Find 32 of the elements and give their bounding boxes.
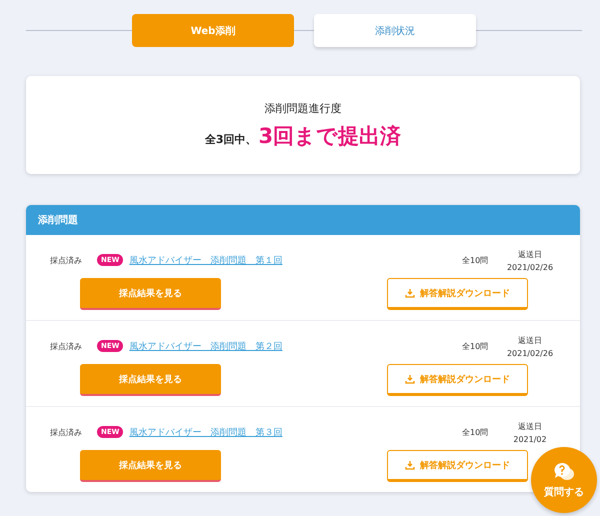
tab[interactable]: Web添削 [132,14,294,47]
status-label: 採点済み [50,254,83,266]
question-button[interactable]: 質問する [531,447,597,513]
view-results-button[interactable]: 採点結果を見る [80,364,221,396]
status-label: 採点済み [50,340,83,352]
question-count: 全10問 [462,254,490,266]
download-icon [405,374,415,384]
download-button[interactable]: 解答解説ダウンロード [387,278,528,310]
view-results-button[interactable]: 採点結果を見る [80,450,221,482]
download-icon [405,288,415,298]
return-date: 2021/02 [513,434,547,444]
assignment-link[interactable]: 風水アドバイザー 添削問題 第３回 [129,426,462,438]
progress-prefix: 全3回中、 [204,132,257,146]
date-label: 返送日 [518,248,542,260]
date-label: 返送日 [518,334,542,346]
status-label: 採点済み [50,426,83,438]
progress-title: 添削問題進行度 [264,100,342,116]
download-button[interactable]: 解答解説ダウンロード [387,364,528,396]
return-date: 2021/02/26 [506,348,554,358]
view-results-button[interactable]: 採点結果を見る [80,278,221,310]
return-date: 2021/02/26 [506,262,554,272]
assignment-link[interactable]: 風水アドバイザー 添削問題 第１回 [129,254,462,266]
tab[interactable]: 添削状況 [314,14,476,47]
question-count: 全10問 [462,340,490,352]
question-count: 全10問 [462,426,490,438]
progress-status: 3回まで提出済 [258,122,402,150]
download-button[interactable]: 解答解説ダウンロード [387,450,528,482]
panel-header: 添削問題 [26,205,580,235]
download-icon [405,460,415,470]
assignment-link[interactable]: 風水アドバイザー 添削問題 第２回 [129,340,462,352]
chat-bubbles-icon [553,462,575,482]
date-label: 返送日 [518,420,542,432]
